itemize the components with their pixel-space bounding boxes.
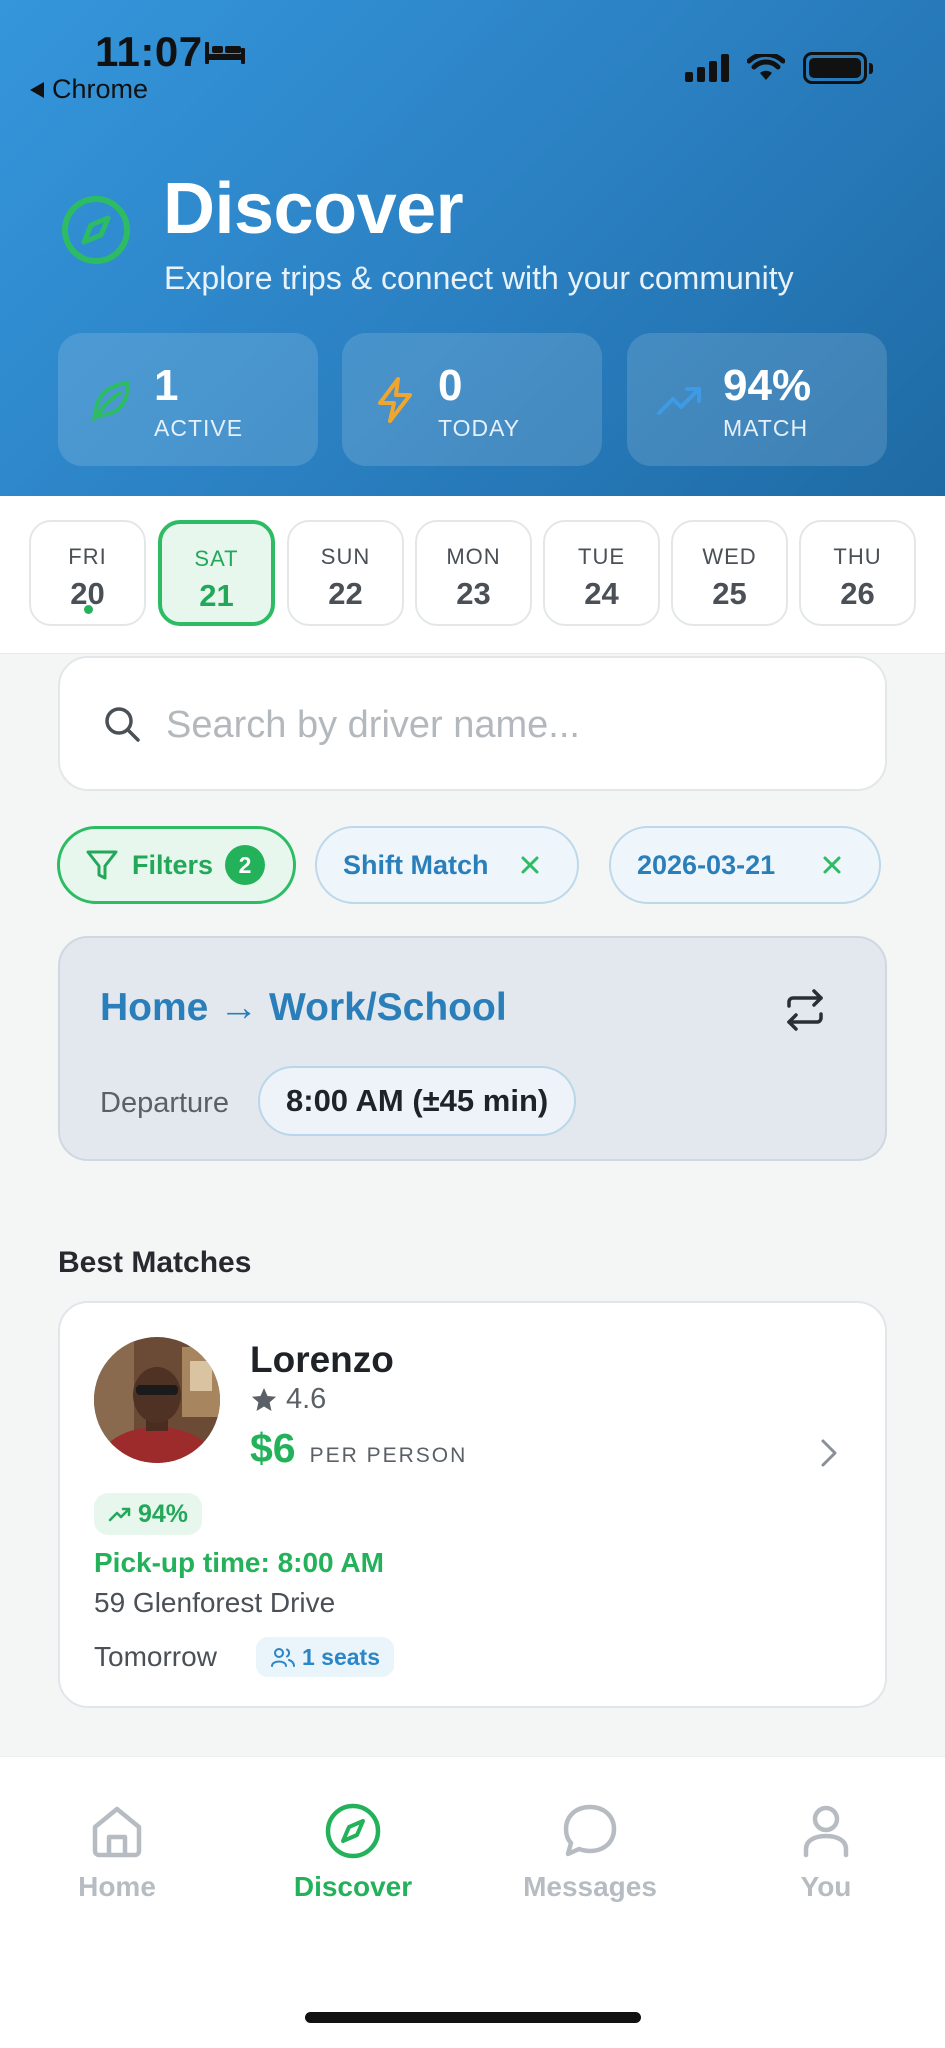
tab-you[interactable]: You <box>726 1801 926 1903</box>
day-name: SAT <box>194 546 239 571</box>
stat-label: MATCH <box>723 415 809 441</box>
search-icon <box>105 707 140 742</box>
day-name: TUE <box>578 544 625 569</box>
stat-value: 94% <box>723 361 812 410</box>
match-percent: 94% <box>138 1499 189 1528</box>
tab-label: Home <box>78 1871 156 1902</box>
date-chip-mon[interactable]: MON 23 <box>415 520 532 626</box>
date-chip-wed[interactable]: WED 25 <box>671 520 788 626</box>
wifi-icon <box>747 54 785 80</box>
stat-value: 1 <box>154 361 179 410</box>
funnel-icon <box>86 850 118 880</box>
remove-filter-icon[interactable] <box>517 852 543 878</box>
star-icon <box>252 1387 276 1411</box>
filters-button[interactable]: Filters 2 <box>57 826 296 904</box>
driver-name: Lorenzo <box>250 1339 394 1380</box>
tab-home[interactable]: Home <box>17 1801 217 1903</box>
page-subtitle: Explore trips & connect with your commun… <box>164 260 794 296</box>
driver-avatar <box>94 1337 220 1463</box>
date-chip-sun[interactable]: SUN 22 <box>287 520 404 626</box>
bottom-tab-bar: Home Discover Messages You <box>0 1756 945 2048</box>
day-number: 26 <box>840 576 875 611</box>
match-card[interactable]: Lorenzo 4.6 $6 PER PERSON 94% Pick-up ti… <box>58 1301 887 1708</box>
filter-chip-label: Shift Match <box>343 849 489 880</box>
day-name: FRI <box>68 544 107 569</box>
day-name: THU <box>833 544 882 569</box>
trending-up-icon <box>108 1507 131 1522</box>
day-number: 23 <box>456 576 491 611</box>
back-to-chrome[interactable]: Chrome <box>30 74 148 105</box>
day-name: WED <box>702 544 757 569</box>
rating-value: 4.6 <box>286 1383 327 1415</box>
battery-icon <box>803 52 873 84</box>
departure-time-pill[interactable]: 8:00 AM (±45 min) <box>258 1066 577 1136</box>
lightning-icon <box>378 377 412 423</box>
day-number: 24 <box>584 576 619 611</box>
back-arrow-icon <box>30 81 44 98</box>
stat-card-active: 1 ACTIVE <box>58 333 318 466</box>
remove-filter-icon[interactable] <box>819 852 845 878</box>
filters-label: Filters <box>132 849 214 880</box>
stat-label: TODAY <box>438 415 521 441</box>
route-title: Home → Work/School <box>100 986 507 1029</box>
trending-up-icon <box>657 387 701 415</box>
driver-rating: 4.6 <box>250 1383 326 1416</box>
date-chip-sat[interactable]: SAT 21 <box>158 520 275 626</box>
back-app-label: Chrome <box>52 74 149 104</box>
tab-label: Discover <box>293 1871 413 1902</box>
status-indicators <box>685 52 873 84</box>
cellular-signal-icon <box>685 54 729 82</box>
discover-header: 11:07 Chrome Discover Explore trips & co… <box>0 0 945 496</box>
departure-label: Departure <box>100 1087 229 1119</box>
search-bar[interactable] <box>58 656 887 791</box>
sleep-focus-icon <box>205 42 245 64</box>
people-icon <box>271 1648 295 1667</box>
home-icon <box>92 1806 142 1858</box>
stat-value: 0 <box>438 361 463 410</box>
trip-indicator-dot <box>84 605 93 614</box>
stat-label: ACTIVE <box>154 415 244 441</box>
trip-day: Tomorrow <box>94 1641 217 1672</box>
seats-count: 1 seats <box>302 1643 381 1670</box>
tab-label: Messages <box>523 1871 657 1902</box>
chevron-right-icon[interactable] <box>817 1435 841 1471</box>
filters-count-badge: 2 <box>225 845 266 885</box>
chat-bubble-icon <box>563 1804 617 1857</box>
date-chip-thu[interactable]: THU 26 <box>799 520 916 626</box>
filter-chip-shift-match[interactable]: Shift Match <box>315 826 579 904</box>
leaf-icon <box>92 381 130 421</box>
tab-discover[interactable]: Discover <box>253 1801 453 1903</box>
tab-messages[interactable]: Messages <box>490 1801 690 1903</box>
date-chip-tue[interactable]: TUE 24 <box>543 520 660 626</box>
route-card[interactable]: Home → Work/School Departure 8:00 AM (±4… <box>58 936 887 1161</box>
pickup-time: Pick-up time: 8:00 AM <box>94 1547 384 1578</box>
price-unit: PER PERSON <box>309 1444 468 1467</box>
day-number: 22 <box>328 576 363 611</box>
day-number: 25 <box>712 576 747 611</box>
stat-card-match: 94% MATCH <box>627 333 887 466</box>
section-title-best-matches: Best Matches <box>58 1246 252 1279</box>
filter-chip-label: 2026-03-21 <box>637 849 776 880</box>
date-chip-fri[interactable]: FRI 20 <box>29 520 146 626</box>
compass-icon <box>325 1803 381 1859</box>
compass-icon <box>62 196 130 264</box>
price-amount: $6 <box>250 1425 296 1471</box>
seats-badge: 1 seats <box>256 1637 395 1677</box>
swap-direction-icon[interactable] <box>781 986 829 1034</box>
match-percent-badge: 94% <box>94 1493 203 1535</box>
day-name: MON <box>446 544 501 569</box>
price: $6 PER PERSON <box>250 1425 467 1472</box>
stat-card-today: 0 TODAY <box>342 333 602 466</box>
date-selector: FRI 20 SAT 21 SUN 22 MON 23 TUE 24 WED 2… <box>0 496 945 654</box>
status-time: 11:07 <box>95 28 203 75</box>
filter-chip-date[interactable]: 2026-03-21 <box>609 826 881 904</box>
person-icon <box>803 1805 849 1858</box>
home-indicator[interactable] <box>305 2012 641 2023</box>
day-name: SUN <box>320 544 371 569</box>
search-input[interactable] <box>166 694 856 756</box>
pickup-address: 59 Glenforest Drive <box>94 1587 336 1618</box>
page-title: Discover <box>163 169 464 249</box>
day-number: 21 <box>199 578 234 613</box>
tab-label: You <box>800 1871 852 1902</box>
